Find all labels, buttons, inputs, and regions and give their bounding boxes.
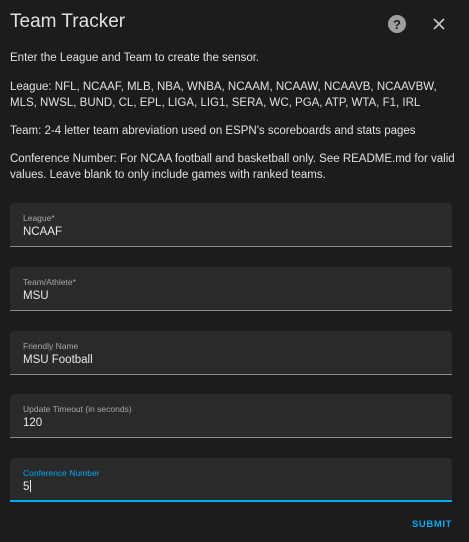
team-tracker-dialog: Team Tracker ? Enter the League and Team… — [0, 0, 469, 542]
team-field[interactable]: Team/Athlete* MSU — [10, 267, 452, 311]
dialog-title: Team Tracker — [10, 11, 126, 32]
friendly-name-field-label: Friendly Name — [23, 341, 79, 351]
conference-number-field-label: Conference Number — [23, 468, 100, 478]
friendly-name-field-value: MSU Football — [23, 354, 93, 366]
update-timeout-field-value: 120 — [23, 417, 43, 429]
friendly-name-field[interactable]: Friendly Name MSU Football — [10, 331, 452, 375]
league-field-label: League* — [23, 213, 55, 223]
intro-text: Enter the League and Team to create the … — [10, 52, 260, 64]
dialog-header: Team Tracker ? — [0, 0, 469, 46]
update-timeout-field-label: Update Timeout (in seconds) — [23, 404, 132, 414]
team-help-text: Team: 2-4 letter team abreviation used o… — [10, 125, 416, 137]
conference-number-field[interactable]: Conference Number 5 — [10, 458, 452, 502]
help-icon[interactable]: ? — [388, 15, 406, 33]
update-timeout-field[interactable]: Update Timeout (in seconds) 120 — [10, 394, 452, 438]
conference-help-text: Conference Number: For NCAA football and… — [10, 153, 455, 181]
team-field-label: Team/Athlete* — [23, 277, 76, 287]
submit-button[interactable]: SUBMIT — [404, 513, 460, 535]
team-field-value: MSU — [23, 290, 49, 302]
conference-number-field-value: 5 — [23, 480, 32, 493]
text-cursor — [30, 480, 32, 492]
league-field-value: NCAAF — [23, 226, 62, 238]
league-help-text: League: NFL, NCAAF, MLB, NBA, WNBA, NCAA… — [10, 81, 437, 109]
league-field[interactable]: League* NCAAF — [10, 203, 452, 247]
close-icon[interactable] — [429, 14, 449, 34]
